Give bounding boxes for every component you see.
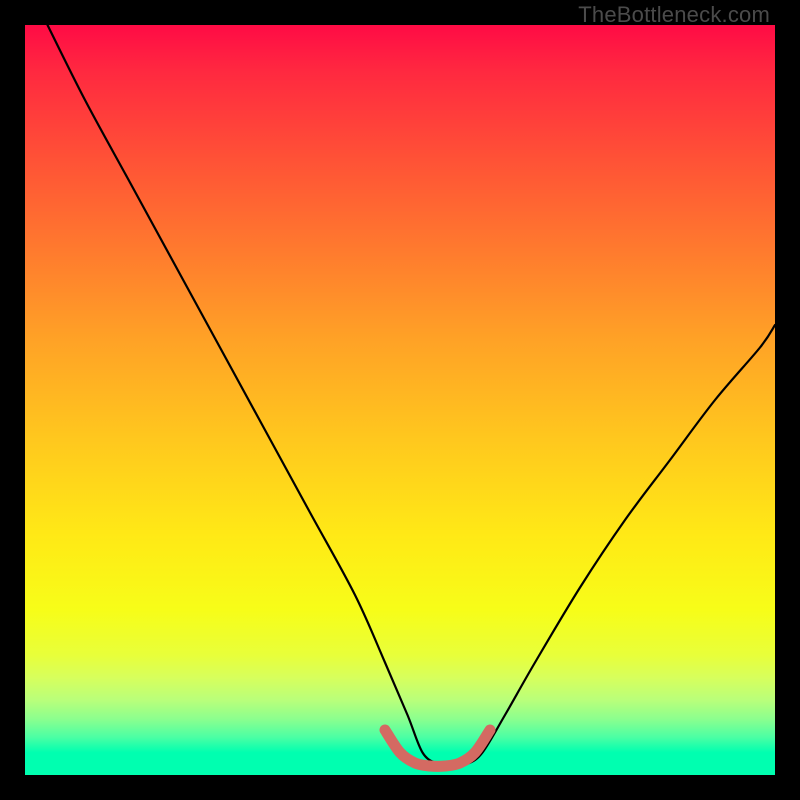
- plot-area: [25, 25, 775, 775]
- main-curve: [48, 25, 776, 766]
- chart-frame: TheBottleneck.com: [0, 0, 800, 800]
- curve-layer: [25, 25, 775, 775]
